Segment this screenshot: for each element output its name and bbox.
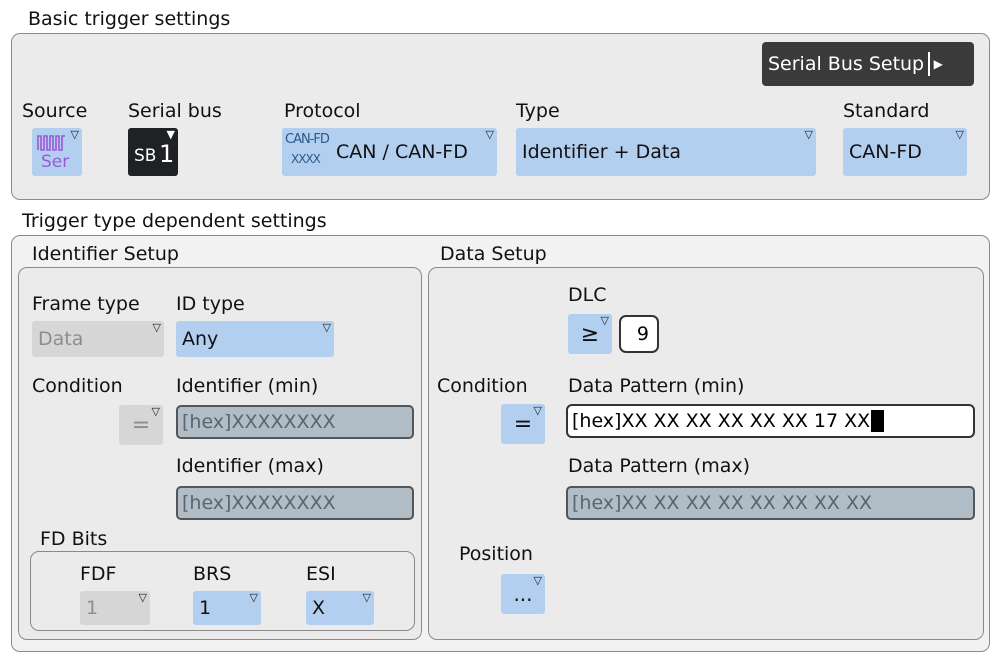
type-selector[interactable]: Identifier + Data ▽ — [516, 128, 816, 176]
dropdown-arrow-icon: ▽ — [322, 321, 331, 334]
data-pattern-max-label: Data Pattern (max) — [568, 455, 751, 477]
can-fd-protocol-icon: CAN-FD XXXX — [284, 130, 336, 174]
data-condition-label: Condition — [437, 375, 528, 397]
dropdown-arrow-icon: ▽ — [804, 128, 813, 141]
serial-bus-setup-label: Serial Bus Setup — [768, 53, 925, 75]
data-setup-title: Data Setup — [440, 243, 547, 265]
standard-selector[interactable]: CAN-FD ▽ — [843, 128, 967, 176]
position-selector[interactable]: ... ▽ — [501, 574, 545, 614]
serial-bus-label: Serial bus — [128, 100, 222, 122]
dropdown-arrow-icon: ▽ — [152, 321, 161, 334]
dropdown-arrow-icon: ▽ — [533, 404, 542, 417]
identifier-max-label: Identifier (max) — [176, 455, 324, 477]
brs-value: 1 — [199, 597, 212, 619]
serial-bus-prefix: SB — [134, 146, 157, 166]
identifier-min-field[interactable]: [hex]XXXXXXXX — [176, 405, 414, 439]
arrow-right-icon: ▶ — [933, 57, 943, 71]
position-label: Position — [459, 543, 533, 565]
dlc-operator-value: ≥ — [580, 321, 600, 347]
frame-type-selector[interactable]: Data ▽ — [32, 321, 164, 357]
dropdown-arrow-icon: ▽ — [485, 128, 494, 141]
fdf-value: 1 — [86, 597, 99, 619]
identifier-condition-selector[interactable]: = ▽ — [119, 405, 163, 445]
dropdown-arrow-icon: ▽ — [533, 574, 542, 587]
esi-selector[interactable]: X ▽ — [306, 591, 374, 625]
source-icon-text: Ser — [41, 152, 70, 172]
dropdown-arrow-icon: ▽ — [600, 314, 609, 327]
esi-value: X — [312, 597, 326, 619]
source-label: Source — [22, 100, 88, 122]
data-pattern-min-value: [hex]XX XX XX XX XX XX 17 XX — [572, 410, 871, 432]
identifier-condition-label: Condition — [32, 375, 123, 397]
identifier-min-value: [hex]XXXXXXXX — [182, 411, 336, 433]
position-value: ... — [513, 582, 533, 606]
identifier-max-value: [hex]XXXXXXXX — [182, 492, 336, 514]
basic-trigger-settings-title: Basic trigger settings — [28, 8, 231, 30]
data-pattern-min-field[interactable]: [hex]XX XX XX XX XX XX 17 XX — [566, 404, 975, 438]
type-label: Type — [516, 100, 560, 122]
button-separator — [928, 52, 930, 76]
source-selector[interactable]: ▽ Ser — [32, 128, 82, 176]
brs-label: BRS — [193, 563, 232, 585]
text-cursor — [871, 410, 885, 432]
identifier-min-label: Identifier (min) — [176, 375, 319, 397]
dlc-label: DLC — [568, 284, 607, 306]
protocol-selector[interactable]: CAN-FD XXXX CAN / CAN-FD ▽ — [282, 128, 497, 176]
id-type-label: ID type — [176, 293, 245, 315]
fd-bits-title: FD Bits — [40, 528, 108, 550]
identifier-setup-title: Identifier Setup — [32, 243, 179, 265]
dlc-operator-selector[interactable]: ≥ ▽ — [568, 314, 612, 354]
serial-bus-setup-button[interactable]: Serial Bus Setup ▶ — [762, 42, 974, 86]
dropdown-arrow-icon: ▽ — [249, 591, 258, 604]
protocol-label: Protocol — [284, 100, 361, 122]
brs-selector[interactable]: 1 ▽ — [193, 591, 261, 625]
dropdown-arrow-icon: ▽ — [955, 128, 964, 141]
serial-bus-selector[interactable]: SB 1 ▼ — [128, 128, 178, 176]
protocol-icon-line1: CAN-FD — [285, 132, 330, 147]
protocol-value: CAN / CAN-FD — [336, 141, 468, 163]
data-condition-value: = — [513, 411, 533, 437]
id-type-value: Any — [182, 328, 219, 350]
dlc-value: 9 — [636, 323, 649, 345]
dropdown-arrow-icon: ▽ — [151, 405, 160, 418]
data-pattern-max-value: [hex]XX XX XX XX XX XX XX XX — [572, 492, 873, 514]
id-type-selector[interactable]: Any ▽ — [176, 321, 334, 357]
dropdown-arrow-icon: ▽ — [138, 591, 147, 604]
fdf-selector[interactable]: 1 ▽ — [80, 591, 150, 625]
protocol-icon-line2: XXXX — [291, 152, 321, 166]
standard-label: Standard — [843, 100, 930, 122]
data-pattern-max-field[interactable]: [hex]XX XX XX XX XX XX XX XX — [566, 486, 975, 520]
data-condition-selector[interactable]: = ▽ — [501, 404, 545, 444]
type-value: Identifier + Data — [522, 141, 681, 163]
frame-type-value: Data — [38, 328, 84, 350]
data-pattern-min-label: Data Pattern (min) — [568, 375, 745, 397]
identifier-condition-value: = — [131, 412, 151, 438]
serial-bus-number: 1 — [159, 140, 175, 168]
standard-value: CAN-FD — [849, 141, 922, 163]
frame-type-label: Frame type — [32, 293, 140, 315]
identifier-max-field[interactable]: [hex]XXXXXXXX — [176, 486, 414, 520]
dependent-settings-title: Trigger type dependent settings — [22, 210, 327, 232]
fdf-label: FDF — [80, 563, 117, 585]
esi-label: ESI — [306, 563, 336, 585]
dlc-value-field[interactable]: 9 — [619, 315, 659, 353]
dropdown-arrow-icon: ▽ — [70, 128, 79, 141]
dropdown-arrow-icon: ▽ — [362, 591, 371, 604]
dropdown-arrow-icon: ▼ — [166, 128, 175, 141]
